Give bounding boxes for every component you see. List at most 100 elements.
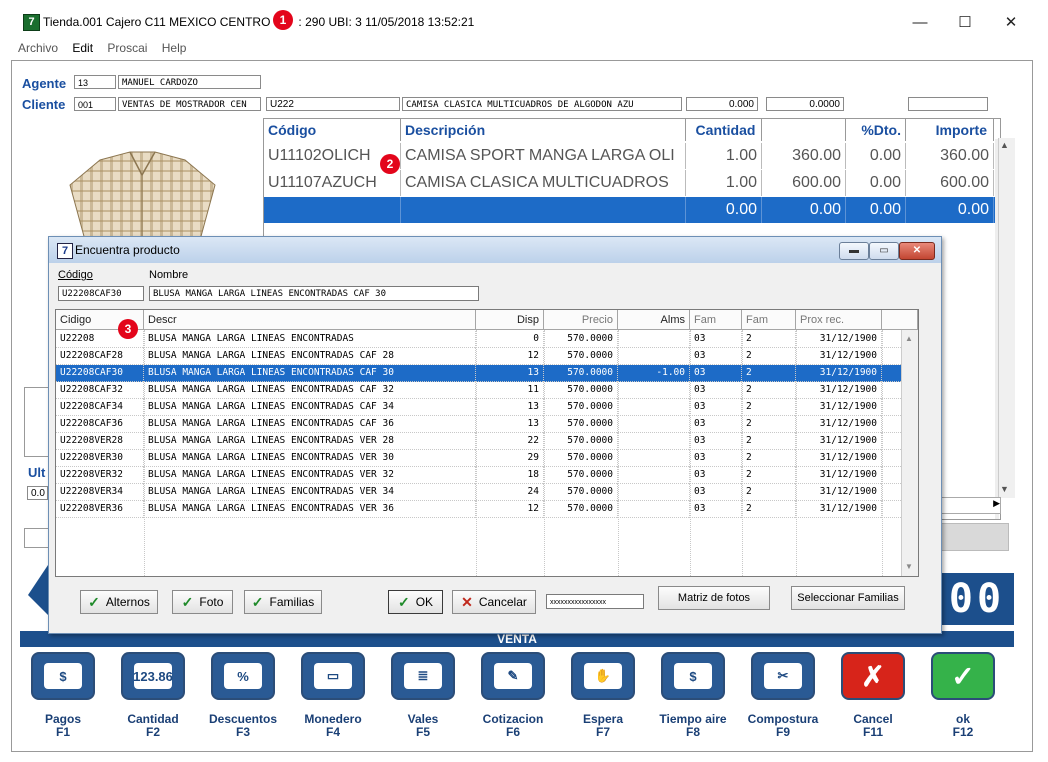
col-header-fam2[interactable]: Fam <box>742 310 796 330</box>
code-search-input[interactable]: U22208CAF30 <box>58 286 144 301</box>
cell-precio: 570.0000 <box>544 433 618 450</box>
client-label: Cliente <box>22 97 66 112</box>
alternos-button[interactable]: ✓ Alternos <box>80 590 158 614</box>
col-header-alms[interactable]: Alms <box>618 310 690 330</box>
table-row[interactable]: U22208CAF28 BLUSA MANGA LARGA LINEAS ENCO… <box>56 348 901 365</box>
cell-prox: 31/12/1900 <box>796 484 882 501</box>
agent-label: Agente <box>22 76 67 91</box>
compostura-button[interactable]: ✂ <box>751 652 815 700</box>
cell-fam2: 2 <box>742 450 796 467</box>
table-row[interactable]: U22208VER28 BLUSA MANGA LARGA LINEAS ENCO… <box>56 433 901 450</box>
product-desc-input[interactable]: CAMISA CLASICA MULTICUADROS DE ALGODON A… <box>402 97 682 111</box>
col-header-precio[interactable]: Precio <box>544 310 618 330</box>
menu-edit[interactable]: Edit <box>72 41 93 55</box>
cancel-button[interactable]: ✗ <box>841 652 905 700</box>
descuentos-button[interactable]: % <box>211 652 275 700</box>
table-row[interactable]: U22208VER32 BLUSA MANGA LARGA LINEAS ENCO… <box>56 467 901 484</box>
cell-precio: 570.0000 <box>544 348 618 365</box>
cell-descr: BLUSA MANGA LARGA LINEAS ENCONTRADAS VER… <box>144 450 476 467</box>
product-code-input[interactable]: U222 <box>266 97 400 111</box>
function-key-shortcut: F12 <box>952 725 974 739</box>
col-header-descr[interactable]: Descr <box>144 310 476 330</box>
matriz-fotos-button[interactable]: Matriz de fotos <box>658 586 770 610</box>
table-row[interactable]: U22208CAF36 BLUSA MANGA LARGA LINEAS ENCO… <box>56 416 901 433</box>
cash-icon: $ <box>44 663 82 689</box>
col-header-importe[interactable]: Importe <box>906 119 994 141</box>
extra-input[interactable] <box>908 97 988 111</box>
monedero-button[interactable]: ▭ <box>301 652 365 700</box>
cancelar-button[interactable]: ✕ Cancelar <box>452 590 536 614</box>
ok-button[interactable]: ✓ OK <box>388 590 443 614</box>
seleccionar-familias-button[interactable]: Seleccionar Familias <box>791 586 905 610</box>
scroll-up-icon[interactable]: ▲ <box>1000 140 1009 150</box>
foto-button[interactable]: ✓ Foto <box>172 590 233 614</box>
scroll-right-icon[interactable]: ▶ <box>937 497 1001 514</box>
ok-button[interactable]: ✓ <box>931 652 995 700</box>
row-dto: 0.00 <box>846 197 906 223</box>
table-row[interactable]: U22208CAF34 BLUSA MANGA LARGA LINEAS ENCO… <box>56 399 901 416</box>
familias-button[interactable]: ✓ Familias <box>244 590 322 614</box>
close-button[interactable]: ✕ <box>991 10 1031 36</box>
main-vertical-scrollbar[interactable] <box>998 138 1015 498</box>
table-row[interactable]: U22208VER36 BLUSA MANGA LARGA LINEAS ENCO… <box>56 501 901 518</box>
client-name-field[interactable]: VENTAS DE MOSTRADOR CEN <box>118 97 261 111</box>
col-header-descripcion[interactable]: Descripción <box>401 119 686 141</box>
cell-descr: BLUSA MANGA LARGA LINEAS ENCONTRADAS VER… <box>144 467 476 484</box>
cell-code: U22208VER28 <box>56 433 144 450</box>
dialog-maximize-button[interactable]: ▭ <box>869 242 899 260</box>
col-header-precio[interactable] <box>762 119 846 141</box>
cotizacion-button[interactable]: ✎ <box>481 652 545 700</box>
results-scrollbar[interactable] <box>901 330 918 576</box>
qty-input[interactable]: 0.000 <box>686 97 758 111</box>
cell-disp: 18 <box>476 467 544 484</box>
pagos-button[interactable]: $ <box>31 652 95 700</box>
table-row[interactable]: U11102OLICH CAMISA SPORT MANGA LARGA OLI… <box>264 143 994 169</box>
col-header-dto[interactable]: %Dto. <box>846 119 906 141</box>
cell-code: U22208CAF34 <box>56 399 144 416</box>
agent-name-field[interactable]: MANUEL CARDOZO <box>118 75 261 89</box>
scroll-down-icon[interactable]: ▼ <box>1000 484 1009 494</box>
table-row[interactable]: U22208 BLUSA MANGA LARGA LINEAS ENCONTRAD… <box>56 331 901 348</box>
check-icon: ✓ <box>251 594 264 610</box>
cell-descr: BLUSA MANGA LARGA LINEAS ENCONTRADAS VER… <box>144 433 476 450</box>
espera-button[interactable]: ✋ <box>571 652 635 700</box>
menu-proscai[interactable]: Proscai <box>107 41 147 55</box>
cancel-icon: ✗ <box>861 660 885 692</box>
col-header-prox[interactable]: Prox rec. <box>796 310 882 330</box>
vales-button[interactable]: ≣ <box>391 652 455 700</box>
name-search-input[interactable]: BLUSA MANGA LARGA LINEAS ENCONTRADAS CAF… <box>149 286 479 301</box>
password-input[interactable]: xxxxxxxxxxxxxxxx <box>546 594 644 609</box>
menu-archivo[interactable]: Archivo <box>18 41 58 55</box>
col-header-cantidad[interactable]: Cantidad <box>686 119 762 141</box>
table-row[interactable]: U22208VER30 BLUSA MANGA LARGA LINEAS ENCO… <box>56 450 901 467</box>
cantidad-button[interactable]: 123.86 <box>121 652 185 700</box>
table-row-selected[interactable]: U22208CAF30 BLUSA MANGA LARGA LINEAS ENCO… <box>56 365 901 382</box>
price-input[interactable]: 0.0000 <box>766 97 844 111</box>
table-row[interactable]: U11107AZUCH CAMISA CLASICA MULTICUADROS … <box>264 170 994 196</box>
cell-disp: 13 <box>476 365 544 382</box>
col-header-fam1[interactable]: Fam <box>690 310 742 330</box>
col-header-disp[interactable]: Disp <box>476 310 544 330</box>
maximize-button[interactable]: ☐ <box>945 10 985 36</box>
tiempo-aire-button[interactable]: $ <box>661 652 725 700</box>
function-key-label: Cantidad F2 <box>108 713 198 739</box>
hand-icon: ✋ <box>584 663 622 689</box>
results-scroll-down-icon[interactable]: ▼ <box>905 562 913 571</box>
col-header-codigo[interactable]: Código <box>264 119 401 141</box>
function-key-label: ok F12 <box>918 713 1008 739</box>
minimize-button[interactable]: — <box>900 10 940 36</box>
cell-precio: 570.0000 <box>544 382 618 399</box>
function-key-label: Vales F5 <box>378 713 468 739</box>
cell-descr: BLUSA MANGA LARGA LINEAS ENCONTRADAS <box>144 331 476 348</box>
table-row-selected[interactable]: 0.00 0.00 0.00 0.00 <box>264 197 999 223</box>
dialog-close-button[interactable]: ✕ <box>899 242 935 260</box>
results-scroll-up-icon[interactable]: ▲ <box>905 334 913 343</box>
table-row[interactable]: U22208CAF32 BLUSA MANGA LARGA LINEAS ENCO… <box>56 382 901 399</box>
cell-fam1: 03 <box>690 399 742 416</box>
dialog-minimize-button[interactable]: ▬ <box>839 242 869 260</box>
client-code-field[interactable]: 001 <box>74 97 116 111</box>
agent-code-field[interactable]: 13 <box>74 75 116 89</box>
menu-help[interactable]: Help <box>162 41 187 55</box>
table-row[interactable]: U22208VER34 BLUSA MANGA LARGA LINEAS ENCO… <box>56 484 901 501</box>
cell-code: U22208CAF32 <box>56 382 144 399</box>
